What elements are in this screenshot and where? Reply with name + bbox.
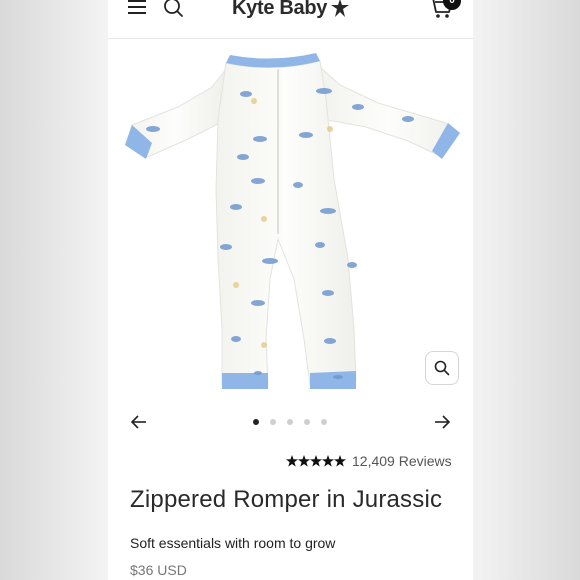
pagination-dot[interactable] [304, 419, 310, 425]
zoom-icon [434, 360, 450, 376]
pagination-dot[interactable] [321, 419, 327, 425]
arrow-left-icon[interactable] [130, 413, 148, 431]
search-icon[interactable] [164, 0, 184, 20]
product-price: $36 USD [130, 562, 187, 578]
star-rating [286, 455, 346, 467]
product-subtitle: Soft essentials with room to grow [130, 535, 336, 551]
pagination-dot[interactable] [287, 419, 293, 425]
star-icon [310, 455, 322, 467]
product-gallery[interactable] [108, 39, 473, 399]
gallery-pagination [253, 419, 327, 425]
arrow-right-icon[interactable] [433, 413, 451, 431]
product-title: Zippered Romper in Jurassic [130, 486, 443, 513]
star-icon [298, 455, 310, 467]
review-count[interactable]: 12,409 Reviews [352, 453, 452, 469]
mobile-page: Kyte Baby 0 12,409 Reviews Zippered Romp… [108, 0, 473, 580]
menu-icon[interactable] [128, 0, 148, 16]
logo-star-icon [331, 0, 350, 17]
star-icon [334, 455, 346, 467]
pagination-dot[interactable] [270, 419, 276, 425]
zoom-button[interactable] [425, 351, 459, 385]
logo-text: Kyte Baby [232, 0, 328, 19]
star-icon [322, 455, 334, 467]
star-icon [286, 455, 298, 467]
brand-logo[interactable]: Kyte Baby [232, 0, 350, 22]
pagination-dot[interactable] [253, 419, 259, 425]
site-header: Kyte Baby 0 [108, 0, 473, 39]
product-image [125, 53, 460, 389]
product-rating[interactable]: 12,409 Reviews [286, 453, 452, 469]
